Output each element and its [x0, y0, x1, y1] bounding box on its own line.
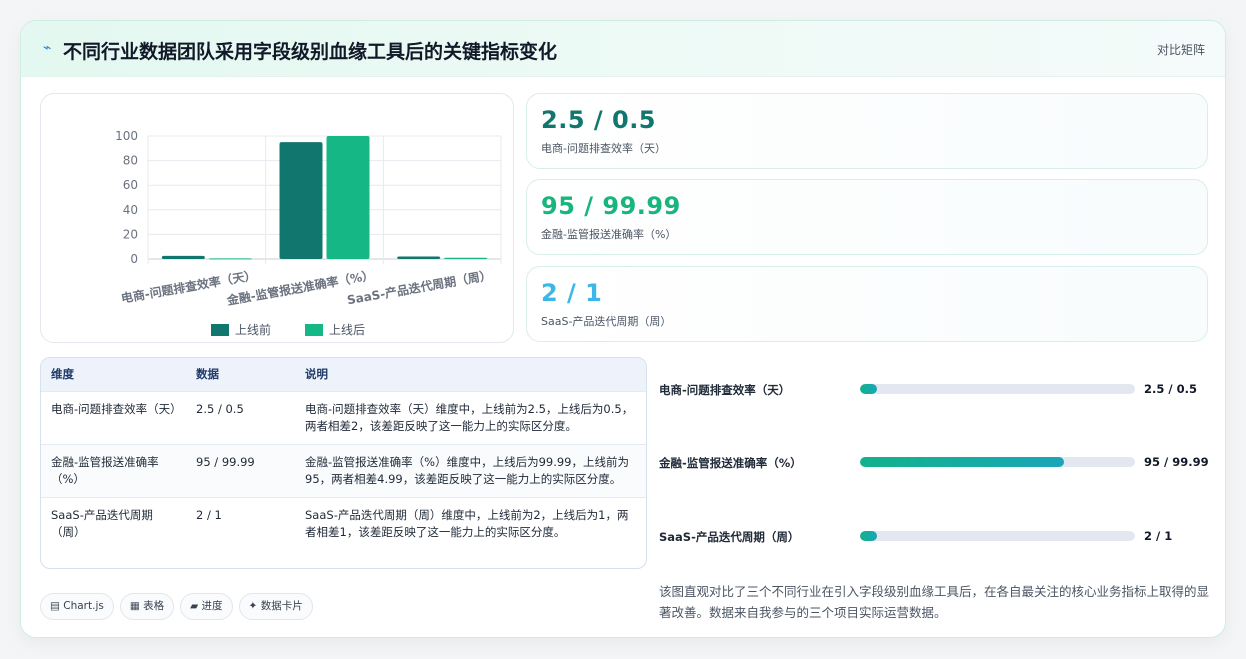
progress-fill — [860, 457, 1064, 467]
bar — [444, 257, 488, 259]
kpi-label: SaaS-产品迭代周期（周） — [541, 315, 672, 328]
y-tick-label: 60 — [123, 178, 138, 192]
dashboard-card: ⌁ 不同行业数据团队采用字段级别血缘工具后的关键指标变化 对比矩阵 0 20 40 6… — [20, 20, 1226, 638]
progress-label: SaaS-产品迭代周期（周） — [659, 530, 800, 544]
bolt-icon: ⌁ — [43, 40, 52, 56]
kpi-card: 2 / 1 SaaS-产品迭代周期（周） — [526, 266, 1208, 342]
table-row: 电商-问题排查效率（天） 2.5 / 0.5 电商-问题排查效率（天）维度中，上… — [41, 390, 646, 444]
progress-row: 电商-问题排查效率（天） 2.5 / 0.5 — [659, 379, 1219, 399]
table-cell-data: 95 / 99.99 — [186, 443, 295, 497]
progress-track — [860, 457, 1135, 467]
column-header: 数据 — [196, 367, 219, 382]
chip-label: 表格 — [143, 600, 165, 612]
progress-value: 95 / 99.99 — [1144, 455, 1209, 469]
kpi-label: 电商-问题排查效率（天） — [541, 142, 666, 155]
table-cell-data: 2.5 / 0.5 — [186, 390, 295, 444]
table-header-row: 维度 数据 说明 — [41, 358, 646, 391]
chart-description: 该图直观对比了三个不同行业在引入字段级别血缘工具后，在各自最关注的核心业务指标上… — [659, 584, 1210, 620]
progress-fill — [860, 531, 877, 541]
progress-track — [860, 384, 1135, 394]
data-table: 维度 数据 说明 电商-问题排查效率（天） 2.5 / 0.5 电商-问题排查效… — [40, 357, 647, 569]
bar — [326, 136, 370, 259]
bar — [208, 258, 252, 260]
bar — [397, 256, 441, 259]
chart-icon: ▤ — [50, 600, 60, 612]
y-tick-label: 80 — [123, 154, 138, 168]
table-cell-dimension: 金融-监管报送准确率（%） — [41, 443, 186, 497]
view-tag: 对比矩阵 — [1156, 43, 1205, 57]
legend-swatch — [305, 324, 323, 336]
column-header: 维度 — [51, 367, 74, 382]
y-tick-label: 100 — [115, 129, 138, 143]
legend-label: 上线前 — [235, 322, 271, 337]
chip-chartjs[interactable]: ▤ Chart.js — [40, 593, 114, 620]
bar-chart-panel: 0 20 40 60 80 100 电商-问题排查效率（天） 金融-监管报送准确率（%） Saa… — [40, 93, 514, 343]
bar-chart: 020406080100电商-问题排查效率（天）金融-监管报送准确率（%）Saa… — [115, 129, 502, 337]
table-cell-note: 金融-监管报送准确率（%）维度中，上线后为99.99，上线前为95，两者相差4.… — [295, 443, 646, 497]
legend-swatch — [211, 324, 229, 336]
progress-value: 2 / 1 — [1144, 529, 1173, 543]
kpi-value: 2.5 / 0.5 — [541, 106, 657, 134]
legend-label: 上线后 — [329, 323, 365, 337]
kpi-card: 95 / 99.99 金融-监管报送准确率（%） — [526, 179, 1208, 255]
chip-data-card[interactable]: ✦ 数据卡片 — [238, 593, 313, 620]
progress-value: 2.5 / 0.5 — [1144, 382, 1197, 396]
chip-progress[interactable]: ▰ 进度 — [180, 593, 233, 620]
table-icon: ▦ — [129, 600, 140, 612]
chip-label: Chart.js — [63, 600, 104, 612]
table-row: 金融-监管报送准确率（%） 95 / 99.99 金融-监管报送准确率（%）维度… — [41, 443, 646, 497]
progress-label: 金融-监管报送准确率（%） — [659, 456, 802, 470]
table-cell-note: 电商-问题排查效率（天）维度中，上线前为2.5，上线后为0.5，两者相差2，该差… — [295, 390, 646, 444]
table-row: SaaS-产品迭代周期（周） 2 / 1 SaaS-产品迭代周期（周）维度中，上… — [41, 496, 646, 550]
y-tick-label: 0 — [130, 252, 138, 266]
bar — [161, 255, 205, 259]
table-cell-dimension: 电商-问题排查效率（天） — [41, 390, 186, 444]
progress-row: SaaS-产品迭代周期（周） 2 / 1 — [659, 526, 1219, 546]
tech-chips: ▤ Chart.js ▦ 表格 ▰ 进度 ✦ 数据卡片 — [40, 593, 319, 621]
sparkle-icon: ✦ — [248, 600, 258, 612]
chip-table[interactable]: ▦ 表格 — [119, 593, 175, 620]
table-cell-dimension: SaaS-产品迭代周期（周） — [41, 496, 186, 550]
kpi-value: 95 / 99.99 — [541, 192, 681, 220]
kpi-label: 金融-监管报送准确率（%） — [541, 228, 677, 241]
progress-fill — [860, 384, 877, 394]
bar — [279, 142, 323, 259]
kpi-value: 2 / 1 — [541, 279, 603, 307]
chip-label: 进度 — [201, 600, 223, 612]
column-header: 说明 — [305, 367, 328, 382]
table-cell-note: SaaS-产品迭代周期（周）维度中，上线前为2，上线后为1，两者相差1，该差距反… — [295, 496, 646, 550]
kpi-card: 2.5 / 0.5 电商-问题排查效率（天） — [526, 93, 1208, 169]
progress-row: 金融-监管报送准确率（%） 95 / 99.99 — [659, 452, 1219, 472]
y-tick-label: 40 — [123, 203, 138, 217]
chip-label: 数据卡片 — [260, 600, 303, 612]
progress-label: 电商-问题排查效率（天） — [659, 383, 791, 397]
page-title: 不同行业数据团队采用字段级别血缘工具后的关键指标变化 — [63, 41, 558, 63]
progress-track — [860, 531, 1135, 541]
header: ⌁ 不同行业数据团队采用字段级别血缘工具后的关键指标变化 对比矩阵 — [21, 21, 1225, 77]
table-cell-data: 2 / 1 — [186, 496, 295, 550]
y-tick-label: 20 — [123, 227, 138, 241]
progress-icon: ▰ — [190, 600, 199, 612]
